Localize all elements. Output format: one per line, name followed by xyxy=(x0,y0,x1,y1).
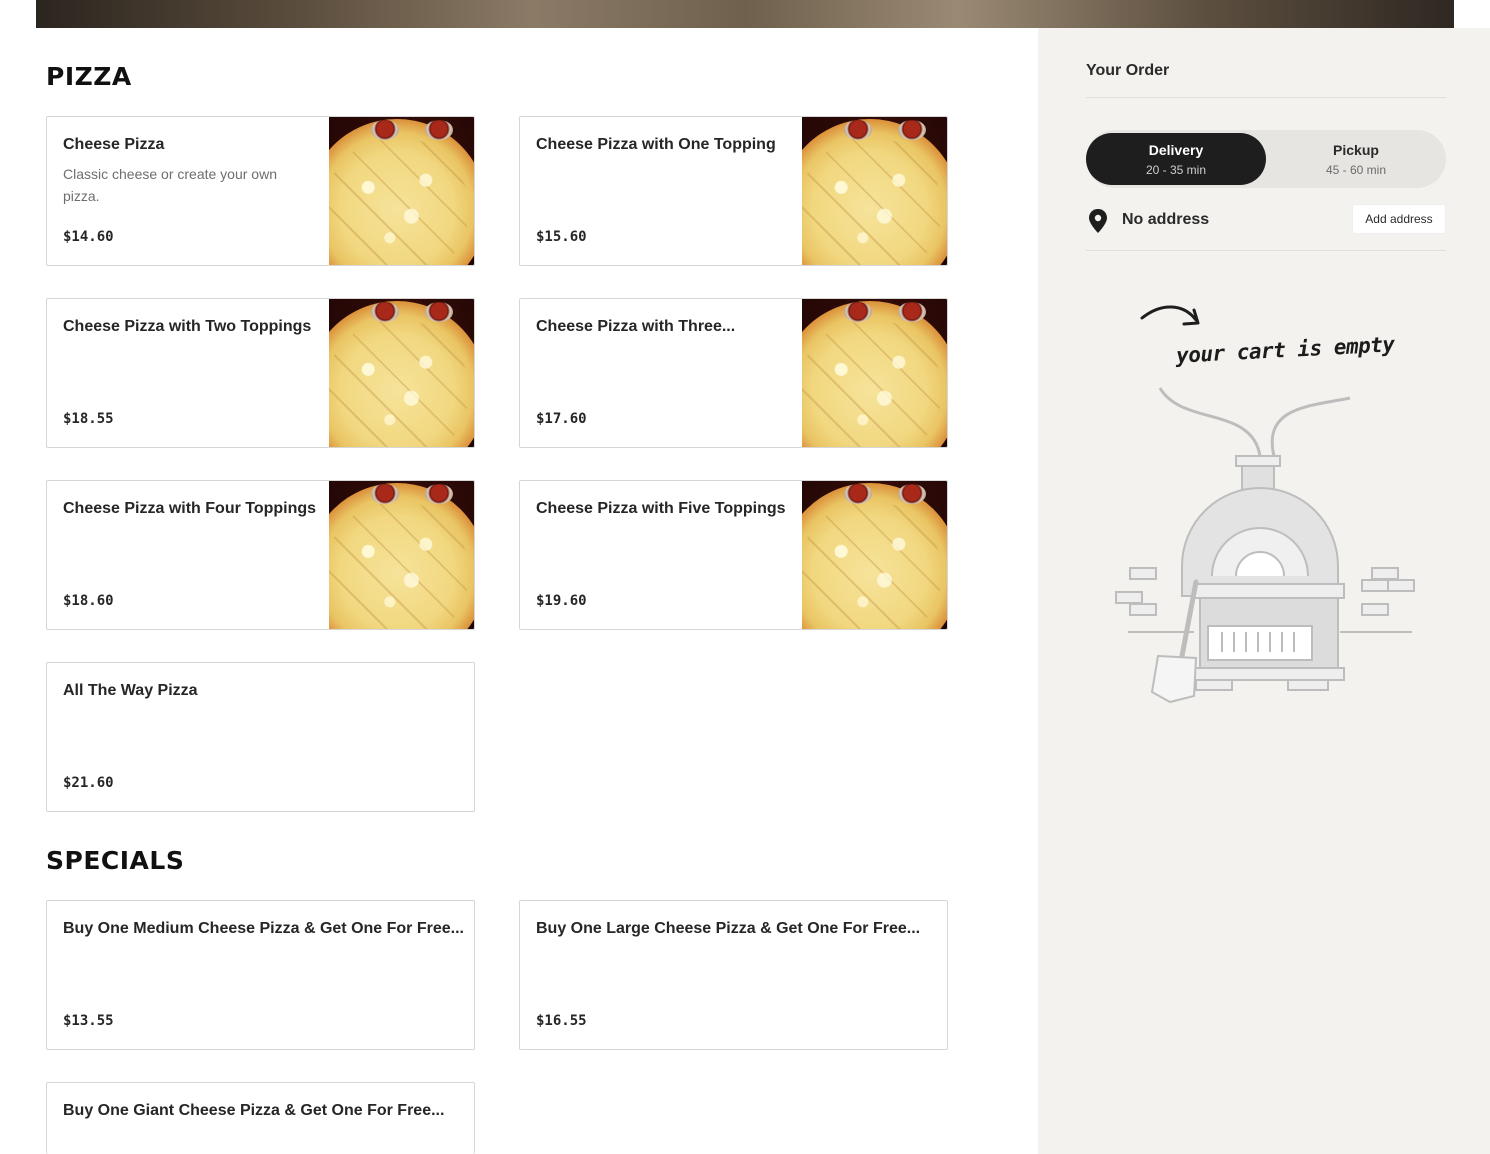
menu-item-price: $17.60 xyxy=(536,411,587,427)
menu-item-price: $19.60 xyxy=(536,593,587,609)
menu-item-card[interactable]: Cheese Pizza with Three... $17.60 xyxy=(519,298,948,448)
menu-item-card[interactable]: Buy One Medium Cheese Pizza & Get One Fo… xyxy=(46,900,475,1050)
menu-item-image xyxy=(329,299,474,447)
menu-item-image xyxy=(329,481,474,629)
menu-item-card[interactable]: Buy One Giant Cheese Pizza & Get One For… xyxy=(46,1082,475,1154)
menu-item-price: $13.55 xyxy=(63,1013,114,1029)
menu-item-card[interactable]: Cheese Pizza with Five Toppings $19.60 xyxy=(519,480,948,630)
restaurant-hero-image xyxy=(36,0,1454,28)
delivery-option[interactable]: Delivery 20 - 35 min xyxy=(1086,133,1266,185)
menu-item-description: Classic cheese or create your own pizza. xyxy=(63,166,277,204)
menu-item-name: Cheese Pizza with Five Toppings xyxy=(536,500,786,517)
menu-item-price: $18.60 xyxy=(63,593,114,609)
menu-item-card[interactable]: Buy One Large Cheese Pizza & Get One For… xyxy=(519,900,948,1050)
menu-item-name: Buy One Large Cheese Pizza & Get One For… xyxy=(536,920,921,937)
menu-item-name: Cheese Pizza with Two Toppings xyxy=(63,318,312,335)
menu-item-card[interactable]: Cheese Pizza with One Topping $15.60 xyxy=(519,116,948,266)
divider xyxy=(1086,250,1446,251)
add-address-button[interactable]: Add address xyxy=(1352,204,1446,234)
menu-item-image xyxy=(802,481,947,629)
divider xyxy=(1086,97,1446,98)
menu-item-name: Cheese Pizza with Three... xyxy=(536,318,736,335)
menu-item-price: $14.60 xyxy=(63,229,114,245)
menu-item-price: $16.55 xyxy=(536,1013,587,1029)
location-pin-icon xyxy=(1089,209,1107,233)
menu-item-image xyxy=(329,117,474,265)
address-row: No address Add address xyxy=(1086,202,1446,236)
menu-item-name: Cheese Pizza with Four Toppings xyxy=(63,500,317,517)
menu-item-name: Buy One Medium Cheese Pizza & Get One Fo… xyxy=(63,920,464,937)
address-text: No address xyxy=(1122,211,1210,228)
menu-item-price: $18.55 xyxy=(63,411,114,427)
menu-item-image xyxy=(802,117,947,265)
menu-item-image xyxy=(802,299,947,447)
pickup-time: 45 - 60 min xyxy=(1325,163,1387,177)
section-title-specials: SPECIALS xyxy=(46,846,185,875)
pickup-label: Pickup xyxy=(1333,142,1379,158)
menu-item-card[interactable]: Cheese Pizza with Four Toppings $18.60 xyxy=(46,480,475,630)
menu-item-name: Cheese Pizza with One Topping xyxy=(536,136,776,153)
menu-item-price: $15.60 xyxy=(536,229,587,245)
section-title-pizza: PIZZA xyxy=(46,62,132,91)
fulfillment-toggle: Delivery 20 - 35 min Pickup 45 - 60 min xyxy=(1086,130,1446,188)
order-sidebar: Your Order Delivery 20 - 35 min Pickup 4… xyxy=(1038,28,1490,1154)
order-title: Your Order xyxy=(1086,62,1170,79)
menu-item-price: $21.60 xyxy=(63,775,114,791)
menu-item-name: Cheese Pizza xyxy=(63,136,165,153)
menu-item-name: Buy One Giant Cheese Pizza & Get One For… xyxy=(63,1102,445,1119)
menu-item-card[interactable]: Cheese Pizza with Two Toppings $18.55 xyxy=(46,298,475,448)
menu-item-name: All The Way Pizza xyxy=(63,682,198,699)
delivery-label: Delivery xyxy=(1148,142,1204,158)
pickup-option[interactable]: Pickup 45 - 60 min xyxy=(1266,133,1446,185)
menu-item-card[interactable]: Cheese Pizza Classic cheese or create yo… xyxy=(46,116,475,266)
delivery-time: 20 - 35 min xyxy=(1145,163,1207,177)
menu-item-card[interactable]: All The Way Pizza $21.60 xyxy=(46,662,475,812)
